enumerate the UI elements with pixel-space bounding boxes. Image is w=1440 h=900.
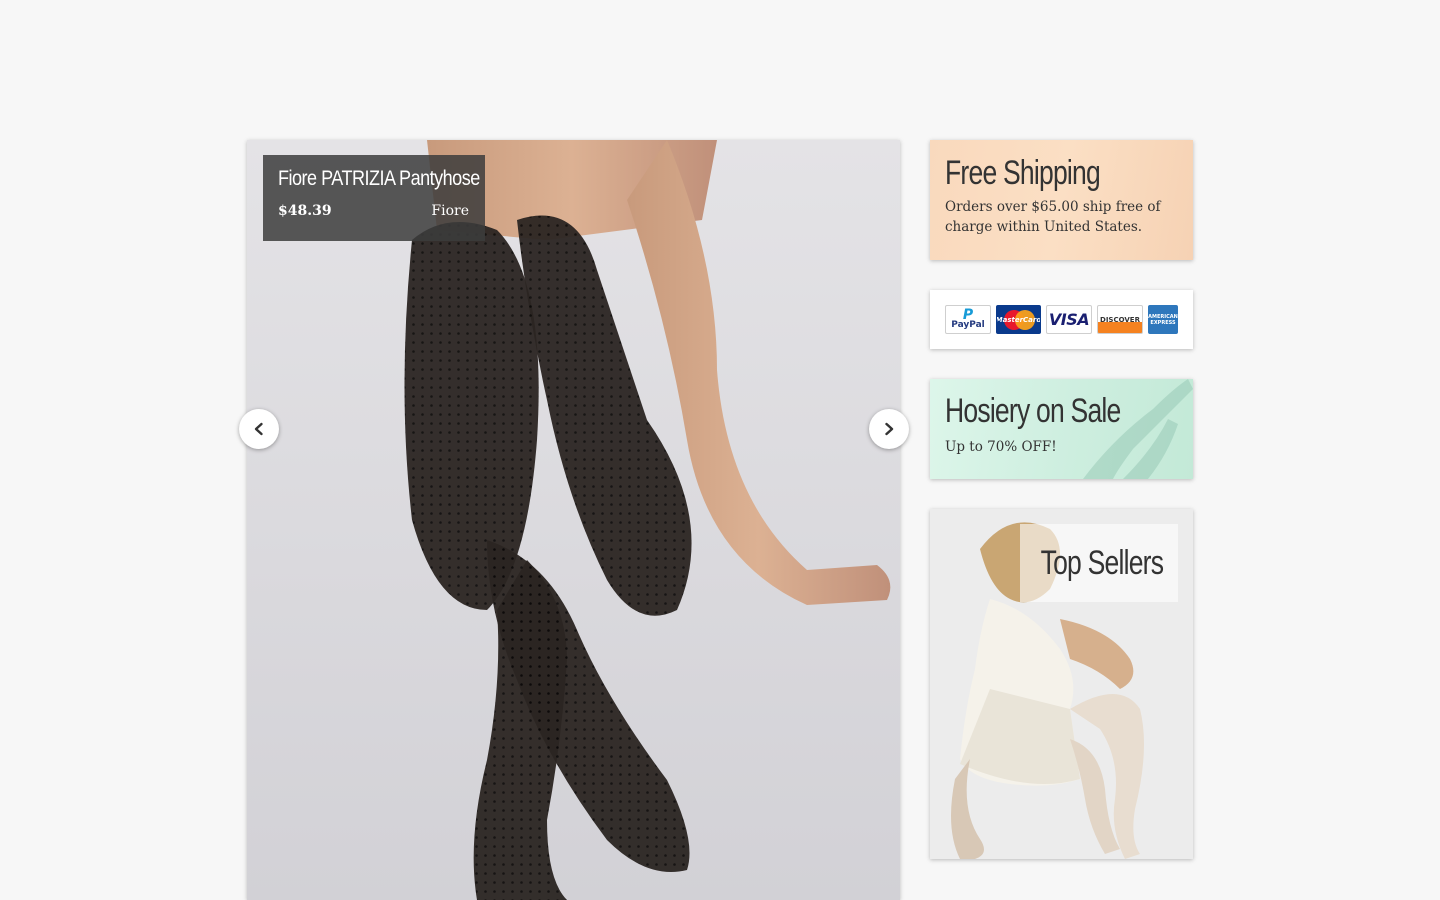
chevron-right-icon: [885, 422, 894, 436]
chevron-left-icon: [254, 422, 263, 436]
amex-card-icon: AMERICAN EXPRESS: [1148, 305, 1178, 334]
hosiery-sale-banner[interactable]: Hosiery on Sale Up to 70% OFF!: [930, 379, 1193, 479]
free-shipping-heading: Free Shipping: [945, 154, 1101, 192]
paypal-card-icon: P PayPal: [945, 305, 991, 334]
top-sellers-banner[interactable]: Top Sellers: [930, 509, 1193, 859]
product-slider[interactable]: Fiore PATRIZIA Pantyhose $48.39 Fiore: [247, 140, 900, 900]
product-caption[interactable]: Fiore PATRIZIA Pantyhose $48.39 Fiore: [263, 155, 485, 241]
discover-card-icon: DISCOVER: [1097, 305, 1143, 334]
free-shipping-text: Orders over $65.00 ship free of charge w…: [945, 199, 1161, 235]
product-title[interactable]: Fiore PATRIZIA Pantyhose: [278, 167, 480, 197]
product-photo[interactable]: [247, 140, 900, 900]
hosiery-sale-heading: Hosiery on Sale: [945, 392, 1121, 430]
top-sellers-label: Top Sellers: [1020, 524, 1178, 602]
hosiery-sale-text: Up to 70% OFF!: [945, 439, 1057, 455]
mastercard-card-icon: MasterCard: [996, 305, 1041, 334]
slider-prev-button[interactable]: [239, 409, 279, 449]
caption-meta: $48.39 Fiore: [278, 203, 469, 219]
product-brand[interactable]: Fiore: [431, 203, 469, 219]
visa-card-icon: VISA: [1046, 305, 1092, 334]
slider-next-button[interactable]: [869, 409, 909, 449]
payment-methods: P PayPal MasterCard VISA DISCOVER AMERIC…: [930, 290, 1193, 349]
free-shipping-banner[interactable]: Free Shipping Orders over $65.00 ship fr…: [930, 140, 1193, 260]
top-sellers-heading: Top Sellers: [1040, 543, 1163, 582]
product-price: $48.39: [278, 203, 332, 219]
page: Fiore PATRIZIA Pantyhose $48.39 Fiore Fr…: [0, 0, 1440, 900]
